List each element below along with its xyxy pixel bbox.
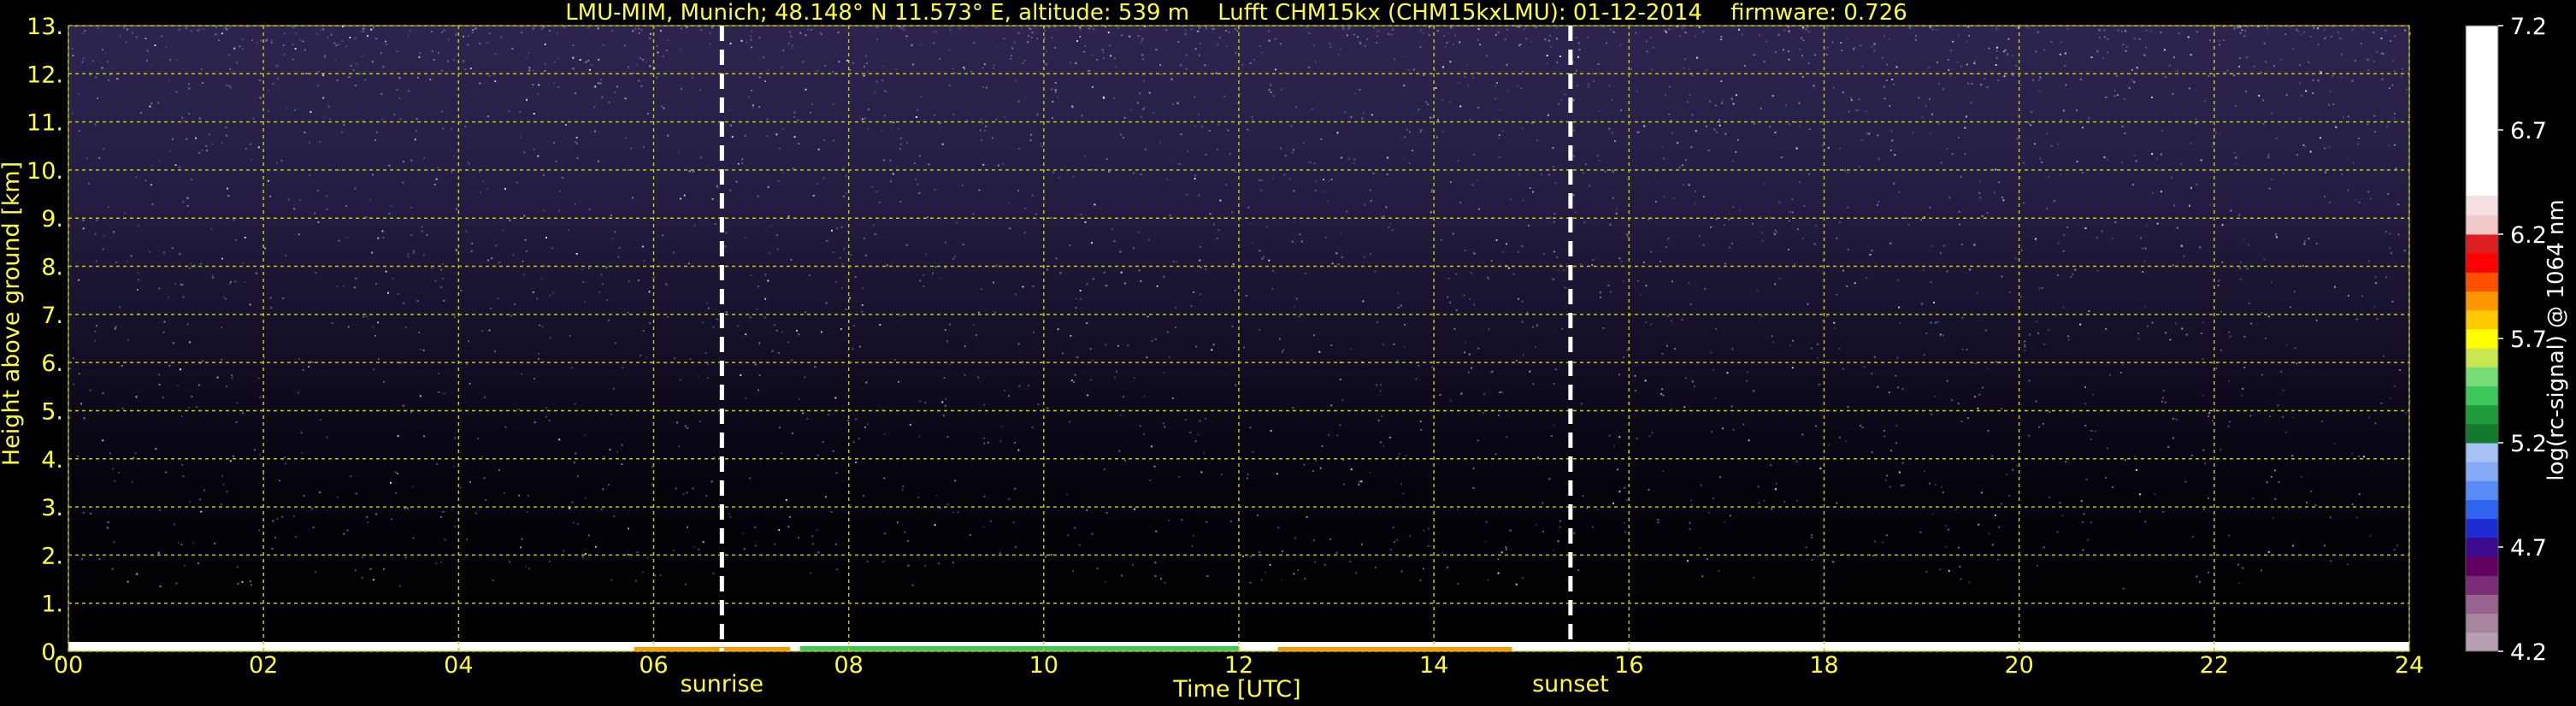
x-tick-label: 08 <box>834 652 863 679</box>
y-tick-label: 9. <box>41 206 63 232</box>
chart-title: LMU-MIM, Munich; 48.148° N 11.573° E, al… <box>565 0 1907 26</box>
x-tick-label: 12 <box>1224 652 1253 679</box>
colorbar-segment <box>2466 632 2498 652</box>
y-tick-label: 11. <box>27 110 63 137</box>
y-tick-label: 7. <box>41 303 63 329</box>
x-tick-label: 16 <box>1614 652 1643 679</box>
y-tick-label: 6. <box>41 350 63 377</box>
x-tick-labels: 00 02 04 06 08 10 12 14 16 18 20 22 24 <box>54 652 2424 679</box>
colorbar-segment <box>2466 348 2498 368</box>
colorbar-tick-label: 7.2 <box>2510 14 2547 40</box>
x-tick-label: 24 <box>2395 652 2424 679</box>
x-tick-label: 18 <box>1809 652 1838 679</box>
x-tick-label: 04 <box>444 652 473 679</box>
colorbar-segment <box>2466 385 2498 406</box>
colorbar-segment <box>2466 499 2498 520</box>
y-tick-label: 12. <box>27 62 63 88</box>
x-axis-label: Time [UTC] <box>1172 676 1300 703</box>
colorbar-segment <box>2466 234 2498 254</box>
colorbar-segment <box>2466 443 2498 462</box>
colorbar-segment <box>2466 423 2498 444</box>
colorbar-tick-label: 5.7 <box>2510 327 2547 353</box>
ground-signal-green <box>799 646 1239 651</box>
x-tick-label: 20 <box>2004 652 2033 679</box>
plot-area <box>68 26 2411 651</box>
colorbar-segment <box>2466 367 2498 386</box>
colorbar-label: log(rc-signal) @ 1064 nm <box>2544 199 2569 480</box>
colorbar-segment <box>2466 328 2498 349</box>
y-tick-label: 2. <box>41 543 63 569</box>
sunrise-label: sunrise <box>681 671 764 697</box>
x-tick-label: 14 <box>1419 652 1448 679</box>
x-tick-label: 02 <box>249 652 278 679</box>
colorbar-segment <box>2466 518 2498 538</box>
colorbar-segment <box>2466 404 2498 425</box>
colorbar-segment <box>2466 575 2498 595</box>
y-tick-label: 10. <box>27 158 63 185</box>
y-tick-label: 3. <box>41 495 63 521</box>
ground-signal-orange <box>1277 647 1512 651</box>
chart-svg: LMU-MIM, Munich; 48.148° N 11.573° E, al… <box>0 0 2569 703</box>
sunset-label: sunset <box>1532 671 1609 697</box>
colorbar-segment <box>2466 537 2498 557</box>
colorbar-tick-label: 4.2 <box>2510 639 2547 666</box>
y-tick-label: 13. <box>27 14 63 40</box>
colorbar-segment <box>2466 253 2498 273</box>
colorbar-segment <box>2466 594 2498 615</box>
colorbar-segment <box>2466 26 2498 197</box>
colorbar-segment <box>2466 215 2498 235</box>
x-tick-label: 06 <box>639 652 668 679</box>
colorbar-tick-label: 5.2 <box>2510 431 2547 457</box>
colorbar-segment <box>2466 196 2498 216</box>
colorbar-segment <box>2466 272 2498 292</box>
colorbar-tick-label: 6.2 <box>2510 222 2547 249</box>
colorbar: 4.2 4.7 5.2 5.7 6.2 6.7 7.2 <box>2465 14 2547 666</box>
y-tick-label: 1. <box>41 591 63 618</box>
colorbar-segment <box>2466 309 2498 330</box>
colorbar-tick-label: 4.7 <box>2510 535 2547 562</box>
colorbar-segment <box>2466 291 2498 311</box>
y-tick-label: 4. <box>41 447 63 474</box>
colorbar-segment <box>2466 556 2498 576</box>
colorbar-segment <box>2466 462 2498 481</box>
y-axis-label: Height above ground [km] <box>0 162 25 466</box>
y-tick-label: 5. <box>41 398 63 425</box>
colorbar-segment <box>2466 480 2498 501</box>
colorbar-tick-label: 6.7 <box>2510 118 2547 144</box>
colorbar-segment <box>2466 613 2498 633</box>
x-tick-label: 10 <box>1029 652 1058 679</box>
signal-field <box>68 26 2409 651</box>
y-tick-label: 0. <box>41 639 63 666</box>
y-tick-labels: 0. 1. 2. 3. 4. 5. 6. 7. 8. 9. 10. 11. 12. 13. <box>27 14 63 666</box>
x-tick-label: 22 <box>2200 652 2229 679</box>
ceilometer-chart: LMU-MIM, Munich; 48.148° N 11.573° E, al… <box>0 0 2576 706</box>
y-tick-label: 8. <box>41 255 63 281</box>
